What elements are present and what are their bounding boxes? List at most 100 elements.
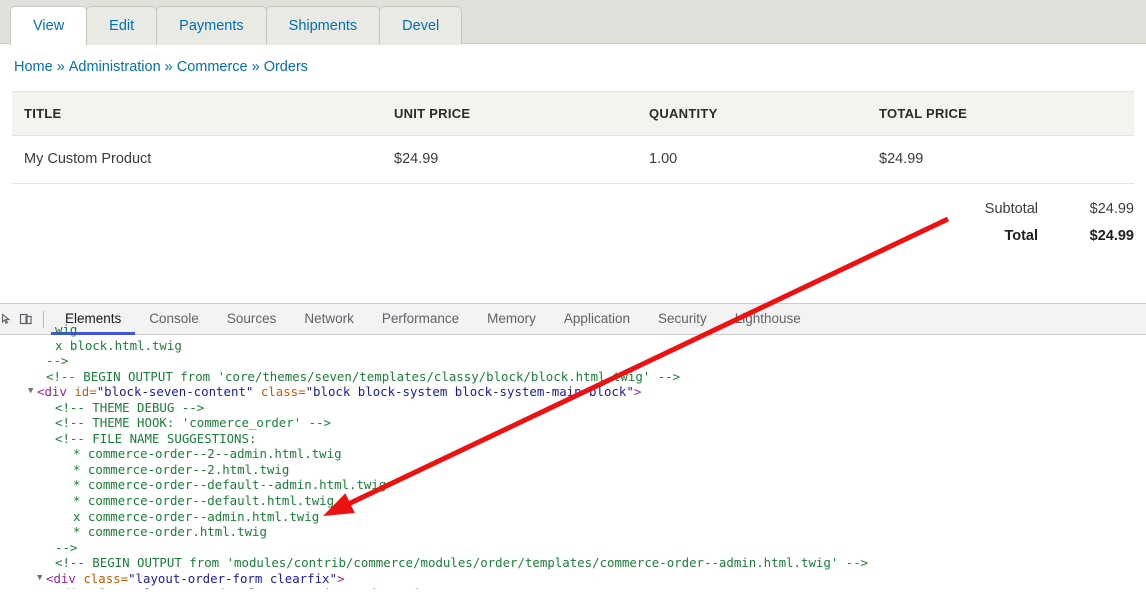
tab-payments[interactable]: Payments	[156, 5, 267, 45]
order-table-body: My Custom Product $24.99 1.00 $24.99	[12, 135, 1134, 184]
order-items-table: TITLE UNIT PRICE QUANTITY TOTAL PRICE My…	[12, 91, 1134, 184]
dom-token-tag: <div	[37, 384, 75, 400]
column-header-quantity: QUANTITY	[637, 91, 867, 136]
order-table-head: TITLE UNIT PRICE QUANTITY TOTAL PRICE	[12, 91, 1134, 136]
dom-token-comment: <!-- BEGIN OUTPUT from 'modules/contrib/…	[55, 555, 869, 571]
column-header-unit-price: UNIT PRICE	[382, 91, 637, 136]
cell-total-price: $24.99	[867, 135, 1134, 184]
dom-token-comment: <!-- FILE NAME SUGGESTIONS:	[55, 430, 257, 446]
dom-line[interactable]: <!-- THEME HOOK: 'commerce_order' -->	[0, 415, 1146, 431]
expand-triangle-icon[interactable]: ▼	[28, 384, 37, 400]
dom-token-val: "block-seven-content"	[96, 384, 254, 400]
dom-token-comment: * commerce-order--2--admin.html.twig	[73, 446, 342, 462]
dom-token-tag: >	[435, 586, 442, 589]
tab-devel[interactable]: Devel	[379, 5, 463, 45]
dom-token-val: "block block-system block-system-main-bl…	[305, 384, 634, 400]
dom-token-attr: class=	[83, 570, 129, 586]
dom-line[interactable]: * commerce-order--default.html.twig	[0, 493, 1146, 509]
table-row: My Custom Product $24.99 1.00 $24.99	[12, 135, 1134, 184]
dom-line[interactable]: * commerce-order.html.twig	[0, 524, 1146, 540]
tab-shipments[interactable]: Shipments	[265, 5, 381, 45]
order-totals: Subtotal $24.99 Total $24.99	[12, 198, 1134, 247]
dom-token-val: "layout-order-form clearfix"	[128, 570, 337, 586]
tab-label: View	[33, 17, 65, 34]
dom-line[interactable]: <!-- THEME DEBUG -->	[0, 400, 1146, 416]
breadcrumb-link-commerce[interactable]: Commerce	[177, 59, 248, 75]
dom-token-comment: * commerce-order--2.html.twig	[73, 461, 290, 477]
drupal-admin-page: View Edit Payments Shipments Devel Home» Admi…	[0, 0, 1146, 303]
dom-line[interactable]: wig	[0, 324, 1146, 338]
column-header-total-price: TOTAL PRICE	[867, 91, 1134, 136]
tab-label: Devel	[402, 17, 440, 34]
dom-line[interactable]: * commerce-order--2.html.twig	[0, 462, 1146, 478]
subtotal-value: $24.99	[1089, 201, 1134, 217]
dom-token-comment: <!-- THEME DEBUG -->	[55, 399, 205, 415]
cell-unit-price: $24.99	[382, 135, 637, 184]
dom-token-attr: class=	[92, 586, 137, 589]
breadcrumb-separator: »	[164, 59, 173, 75]
cell-product-title: My Custom Product	[12, 135, 382, 184]
cell-quantity: 1.00	[637, 135, 867, 184]
dom-line[interactable]: <!-- BEGIN OUTPUT from 'core/themes/seve…	[0, 369, 1146, 385]
dom-line[interactable]: <!-- FILE NAME SUGGESTIONS:	[0, 431, 1146, 447]
dom-token-comment: <!-- THEME HOOK: 'commerce_order' -->	[55, 415, 332, 431]
expand-triangle-icon[interactable]: ▼	[37, 571, 46, 587]
dom-token-comment: <!-- BEGIN OUTPUT from 'core/themes/seve…	[46, 368, 681, 384]
dom-token-val: "layout-region layout-region-order-main"	[137, 586, 435, 589]
breadcrumb-separator: »	[56, 59, 65, 75]
tab-label: Edit	[109, 17, 135, 34]
breadcrumb-link-orders[interactable]: Orders	[264, 59, 308, 75]
dom-line[interactable]: -->	[0, 353, 1146, 369]
totals-row-total: Total $24.99	[985, 220, 1134, 247]
totals-row-subtotal: Subtotal $24.99	[985, 198, 1134, 220]
dom-line[interactable]: * commerce-order--2--admin.html.twig	[0, 446, 1146, 462]
dom-line[interactable]: x block.html.twig	[0, 338, 1146, 354]
dom-token-comment: * commerce-order--default--admin.html.tw…	[73, 477, 387, 493]
breadcrumb-link-administration[interactable]: Administration	[69, 59, 161, 75]
dom-token-attr: class=	[253, 384, 306, 400]
expand-triangle-icon[interactable]: ▼	[46, 586, 55, 589]
primary-tab-bar: View Edit Payments Shipments Devel	[0, 0, 1146, 45]
dom-line[interactable]: ▼ <div class="layout-order-form clearfix"…	[0, 571, 1146, 587]
dom-token-tag: >	[633, 384, 642, 400]
dom-line[interactable]: ▼<div class="layout-region layout-region…	[0, 586, 1146, 589]
breadcrumb-separator: »	[251, 59, 260, 75]
dom-line[interactable]: ▼ <div id="block-seven-content" class="bl…	[0, 384, 1146, 400]
dom-line[interactable]: <!-- BEGIN OUTPUT from 'modules/contrib/…	[0, 555, 1146, 571]
subtotal-label: Subtotal	[984, 201, 1038, 217]
tab-label: Shipments	[288, 17, 358, 34]
tab-view[interactable]: View	[10, 5, 88, 45]
dom-line[interactable]: x commerce-order--admin.html.twig	[0, 509, 1146, 525]
total-label: Total	[1004, 228, 1038, 244]
breadcrumb: Home» Administration» Commerce» Orders	[0, 44, 1146, 83]
dom-token-comment: * commerce-order--default.html.twig	[73, 493, 335, 509]
breadcrumb-link-home[interactable]: Home	[14, 59, 53, 75]
screenshot-root: View Edit Payments Shipments Devel Home» Admi…	[0, 0, 1146, 600]
dom-token-comment: -->	[46, 353, 69, 369]
dom-token-comment: wig	[55, 324, 78, 337]
dom-token-tag: <div	[55, 586, 92, 589]
dom-token-comment: -->	[55, 539, 78, 555]
devtools-panel: Elements Console Sources Network Performance…	[0, 303, 1146, 600]
tab-edit[interactable]: Edit	[86, 5, 158, 45]
order-totals-table: Subtotal $24.99 Total $24.99	[985, 198, 1134, 247]
dom-line[interactable]: * commerce-order--default--admin.html.tw…	[0, 477, 1146, 493]
dom-token-attr: id=	[74, 384, 97, 400]
drupal-tab-list: View Edit Payments Shipments Devel	[0, 0, 1146, 45]
dom-token-tag: <div	[46, 570, 84, 586]
dom-tree[interactable]: wig x block.html.twig --> <!-- BEGIN OUT…	[0, 324, 1146, 589]
column-header-title: TITLE	[12, 91, 382, 136]
dom-line[interactable]: -->	[0, 540, 1146, 556]
order-table-header-row: TITLE UNIT PRICE QUANTITY TOTAL PRICE	[12, 91, 1134, 136]
